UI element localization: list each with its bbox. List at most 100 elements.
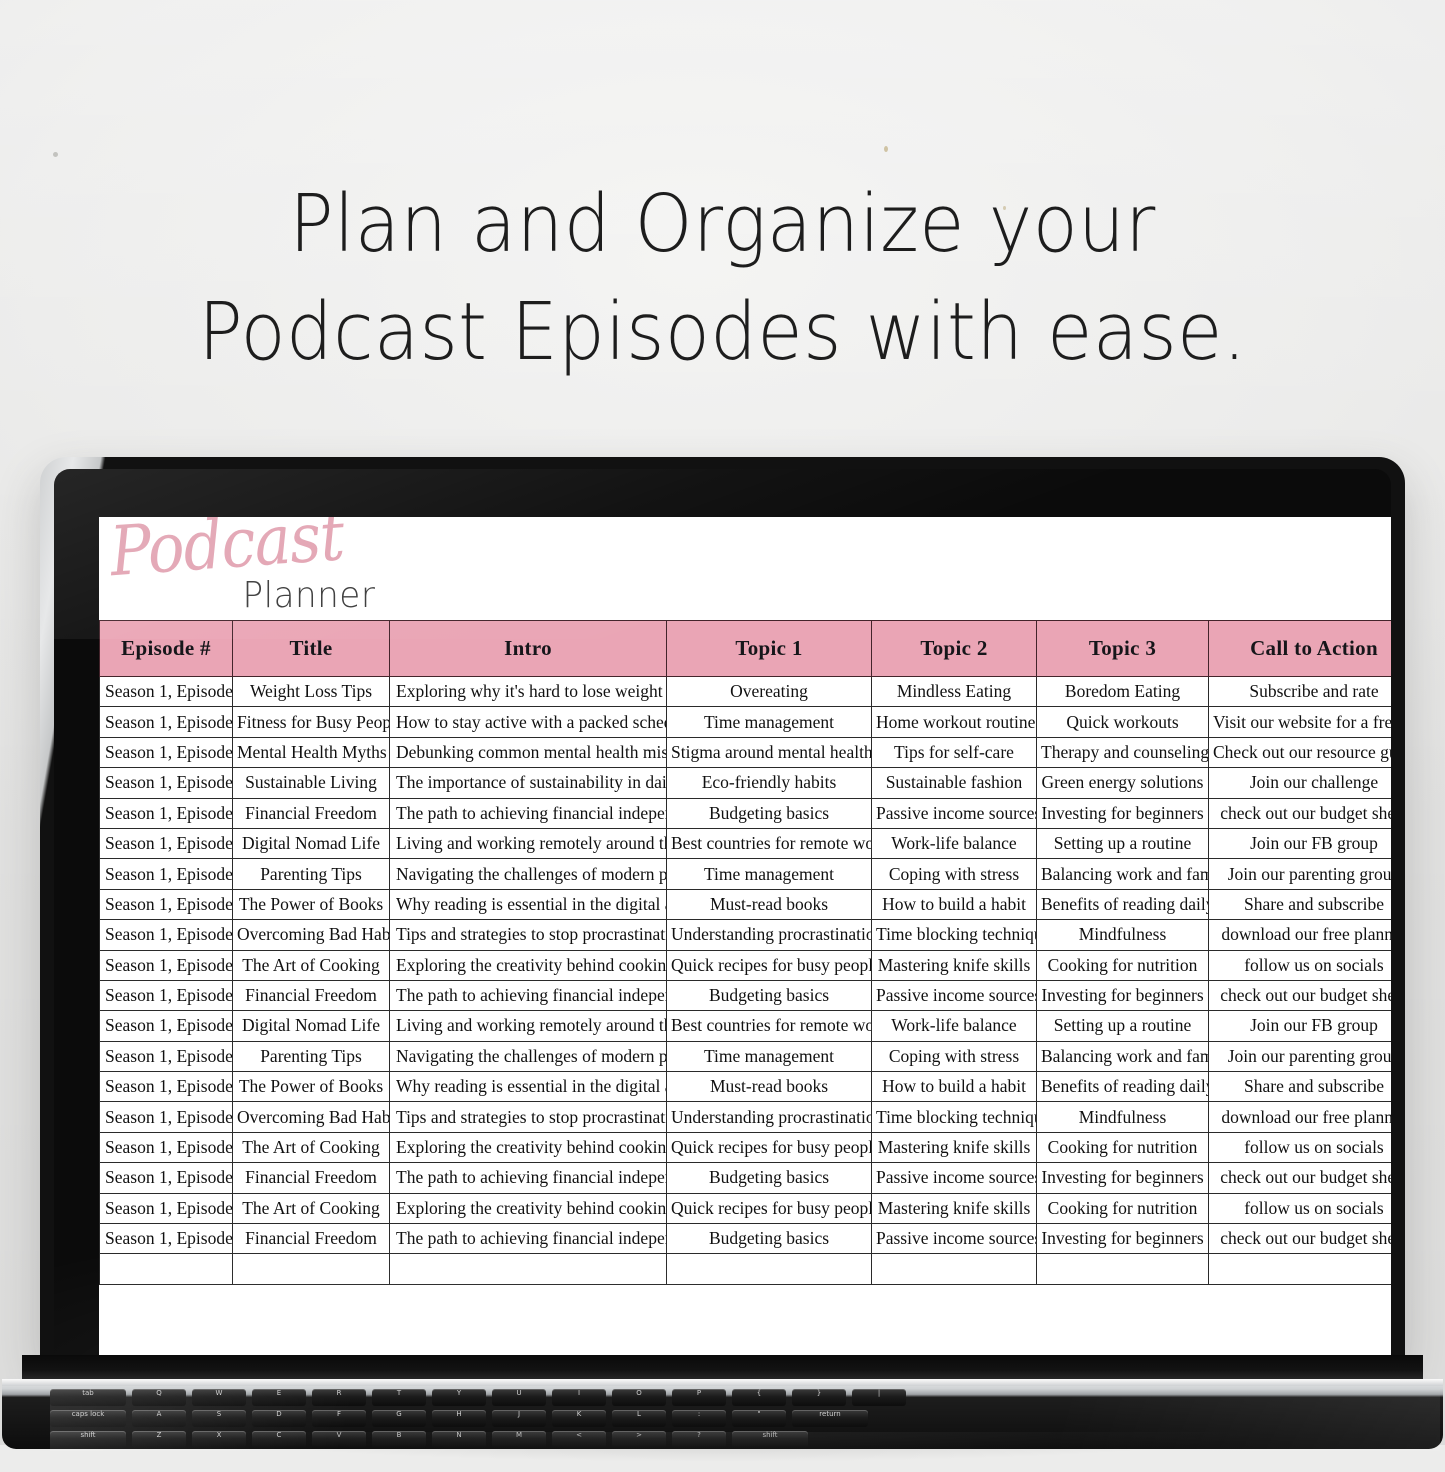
keyboard-key[interactable]: } [792, 1389, 846, 1406]
table-row[interactable]: Season 1, Episode 17Financial FreedomThe… [99, 1162, 1391, 1194]
table-cell[interactable]: Season 1, Episode 6 [99, 827, 233, 860]
keyboard-key[interactable]: W [192, 1389, 246, 1406]
table-row[interactable]: Season 1, Episode 16The Art of CookingEx… [99, 1131, 1391, 1164]
table-cell[interactable]: Therapy and counseling [1036, 736, 1209, 769]
table-row[interactable]: Season 1, Episode 7 Parenting Tips Navigat… [99, 858, 1391, 890]
table-cell[interactable] [99, 1253, 233, 1285]
table-cell[interactable]: Living and working remotely around the w… [389, 827, 667, 860]
table-cell[interactable] [871, 1253, 1037, 1285]
table-cell[interactable]: Join our parenting group [1208, 1040, 1391, 1073]
table-cell[interactable]: Mastering knife skills [871, 1131, 1037, 1164]
table-cell[interactable]: Time management [666, 1040, 872, 1073]
keyboard-key[interactable]: " [732, 1410, 786, 1427]
table-cell[interactable]: Setting up a routine [1036, 827, 1209, 860]
table-cell[interactable]: Season 1, Episode 10 [99, 949, 233, 981]
table-cell[interactable]: Financial Freedom [232, 1223, 390, 1255]
table-row[interactable]: Season 1, Episode 13Parenting TipsNaviga… [99, 1040, 1391, 1073]
table-cell[interactable]: How to build a habit [871, 1071, 1037, 1103]
table-cell[interactable]: Investing for beginners [1036, 1223, 1209, 1255]
table-cell[interactable]: The Art of Cooking [232, 949, 390, 981]
table-cell[interactable]: Time management [666, 706, 872, 738]
table-cell[interactable]: Setting up a routine [1036, 1010, 1209, 1042]
table-cell[interactable]: The path to achieving financial independ… [389, 1162, 667, 1194]
table-cell[interactable]: Green energy solutions [1036, 767, 1209, 799]
table-cell[interactable]: Boredom Eating [1036, 675, 1209, 708]
table-cell[interactable]: Digital Nomad Life [232, 1010, 390, 1042]
keyboard-key[interactable]: E [252, 1389, 306, 1406]
keyboard-key[interactable]: Y [432, 1389, 486, 1406]
keyboard-key[interactable]: J [492, 1410, 546, 1427]
table-cell[interactable]: Quick recipes for busy people [666, 949, 872, 981]
table-cell[interactable]: Cooking for nutrition [1036, 1131, 1209, 1164]
table-cell[interactable]: Season 1, Episode 4 [99, 767, 233, 799]
table-cell[interactable]: The Art of Cooking [232, 1131, 390, 1164]
table-cell[interactable]: Stigma around mental health [666, 736, 872, 769]
table-cell[interactable]: Mindless Eating [871, 675, 1037, 708]
table-cell[interactable]: Join our challenge [1208, 767, 1391, 799]
table-cell[interactable]: Season 1, Episode 15 [99, 1101, 233, 1133]
keyboard-key[interactable]: S [192, 1410, 246, 1427]
table-cell[interactable]: follow us on socials [1208, 1192, 1391, 1225]
table-cell[interactable]: Mindfulness [1036, 1101, 1209, 1133]
table-cell[interactable]: Investing for beginners [1036, 979, 1209, 1012]
table-cell[interactable]: Fitness for Busy People [232, 706, 390, 738]
table-cell[interactable]: Navigating the challenges of modern pare… [389, 1040, 667, 1073]
table-cell[interactable]: Season 1, Episode 5 [99, 797, 233, 829]
table-cell[interactable]: Debunking common mental health misconcep… [389, 736, 667, 769]
table-cell[interactable]: Sustainable Living [232, 767, 390, 799]
table-cell[interactable]: Exploring why it's hard to lose weight [389, 675, 667, 708]
keyboard-key[interactable]: I [552, 1389, 606, 1406]
table-cell[interactable]: follow us on socials [1208, 1131, 1391, 1164]
table-cell[interactable]: Balancing work and family [1036, 858, 1209, 890]
table-row[interactable]: Season 1, Episode 15Overcoming Bad Habit… [99, 1101, 1391, 1133]
table-cell[interactable]: Cooking for nutrition [1036, 949, 1209, 981]
table-cell[interactable]: Join our parenting group [1208, 858, 1391, 890]
table-cell[interactable]: check out our budget sheet [1208, 979, 1391, 1012]
table-row[interactable]: Season 1, Episode 5 Financial Freedom The … [99, 797, 1391, 829]
table-cell[interactable]: Subscribe and rate [1208, 675, 1391, 708]
table-cell[interactable]: Season 1, Episode 12 [99, 1010, 233, 1042]
table-cell[interactable]: Mastering knife skills [871, 1192, 1037, 1225]
table-cell[interactable]: Visit our website for a free guide [1208, 706, 1391, 738]
column-header-topic-2[interactable]: Topic 2 [871, 620, 1037, 677]
table-cell[interactable]: Join our FB group [1208, 827, 1391, 860]
table-cell[interactable] [232, 1253, 390, 1285]
keyboard-key[interactable]: tab [50, 1389, 126, 1406]
table-cell[interactable]: Coping with stress [871, 858, 1037, 890]
table-cell[interactable]: The Art of Cooking [232, 1192, 390, 1225]
table-cell[interactable]: Overcoming Bad Habits [232, 1101, 390, 1133]
table-row[interactable] [99, 1253, 1391, 1285]
table-row[interactable]: Season 1, Episode 3 Mental Health Myths De… [99, 736, 1391, 769]
table-cell[interactable]: Exploring the creativity behind cooking … [389, 1192, 667, 1225]
table-cell[interactable]: Budgeting basics [666, 797, 872, 829]
table-row[interactable]: Season 1, Episode 10The Art of CookingEx… [99, 949, 1391, 981]
table-cell[interactable]: Quick workouts [1036, 706, 1209, 738]
table-cell[interactable]: Tips and strategies to stop procrastinat… [389, 1101, 667, 1133]
table-cell[interactable]: Budgeting basics [666, 1162, 872, 1194]
table-row[interactable]: Season 1, Episode 6 Digital Nomad Life Liv… [99, 827, 1391, 860]
table-cell[interactable]: Tips and strategies to stop procrastinat… [389, 919, 667, 951]
table-cell[interactable]: Join our FB group [1208, 1010, 1391, 1042]
table-cell[interactable]: Financial Freedom [232, 1162, 390, 1194]
keyboard-key[interactable]: F [312, 1410, 366, 1427]
table-cell[interactable]: Investing for beginners [1036, 797, 1209, 829]
keyboard-key[interactable]: K [552, 1410, 606, 1427]
table-cell[interactable]: Season 1, Episode 14 [99, 1071, 233, 1103]
table-cell[interactable]: Passive income sources [871, 979, 1037, 1012]
table-cell[interactable]: How to stay active with a packed schedul… [389, 706, 667, 738]
table-cell[interactable]: Tips for self-care [871, 736, 1037, 769]
table-cell[interactable]: Passive income sources [871, 1162, 1037, 1194]
table-cell[interactable]: Season 1, Episode 1 [99, 675, 233, 708]
table-cell[interactable]: Understanding procrastination [666, 1101, 872, 1133]
table-cell[interactable]: Mental Health Myths [232, 736, 390, 769]
keyboard-key[interactable]: H [432, 1410, 486, 1427]
table-cell[interactable]: Weight Loss Tips [232, 675, 390, 708]
table-cell[interactable]: Living and working remotely around the w… [389, 1010, 667, 1042]
keyboard-key[interactable]: return [792, 1410, 868, 1427]
table-cell[interactable]: Digital Nomad Life [232, 827, 390, 860]
podcast-planner-table[interactable]: Episode # Title Intro Topic 1 Topic 2 To… [99, 620, 1391, 1285]
table-cell[interactable]: Share and subscribe [1208, 888, 1391, 921]
column-header-intro[interactable]: Intro [389, 620, 667, 677]
table-row[interactable]: Season 1, Episode 11Financial FreedomThe… [99, 979, 1391, 1012]
table-row[interactable]: Season 1, Episode 12Digital Nomad LifeLi… [99, 1010, 1391, 1042]
